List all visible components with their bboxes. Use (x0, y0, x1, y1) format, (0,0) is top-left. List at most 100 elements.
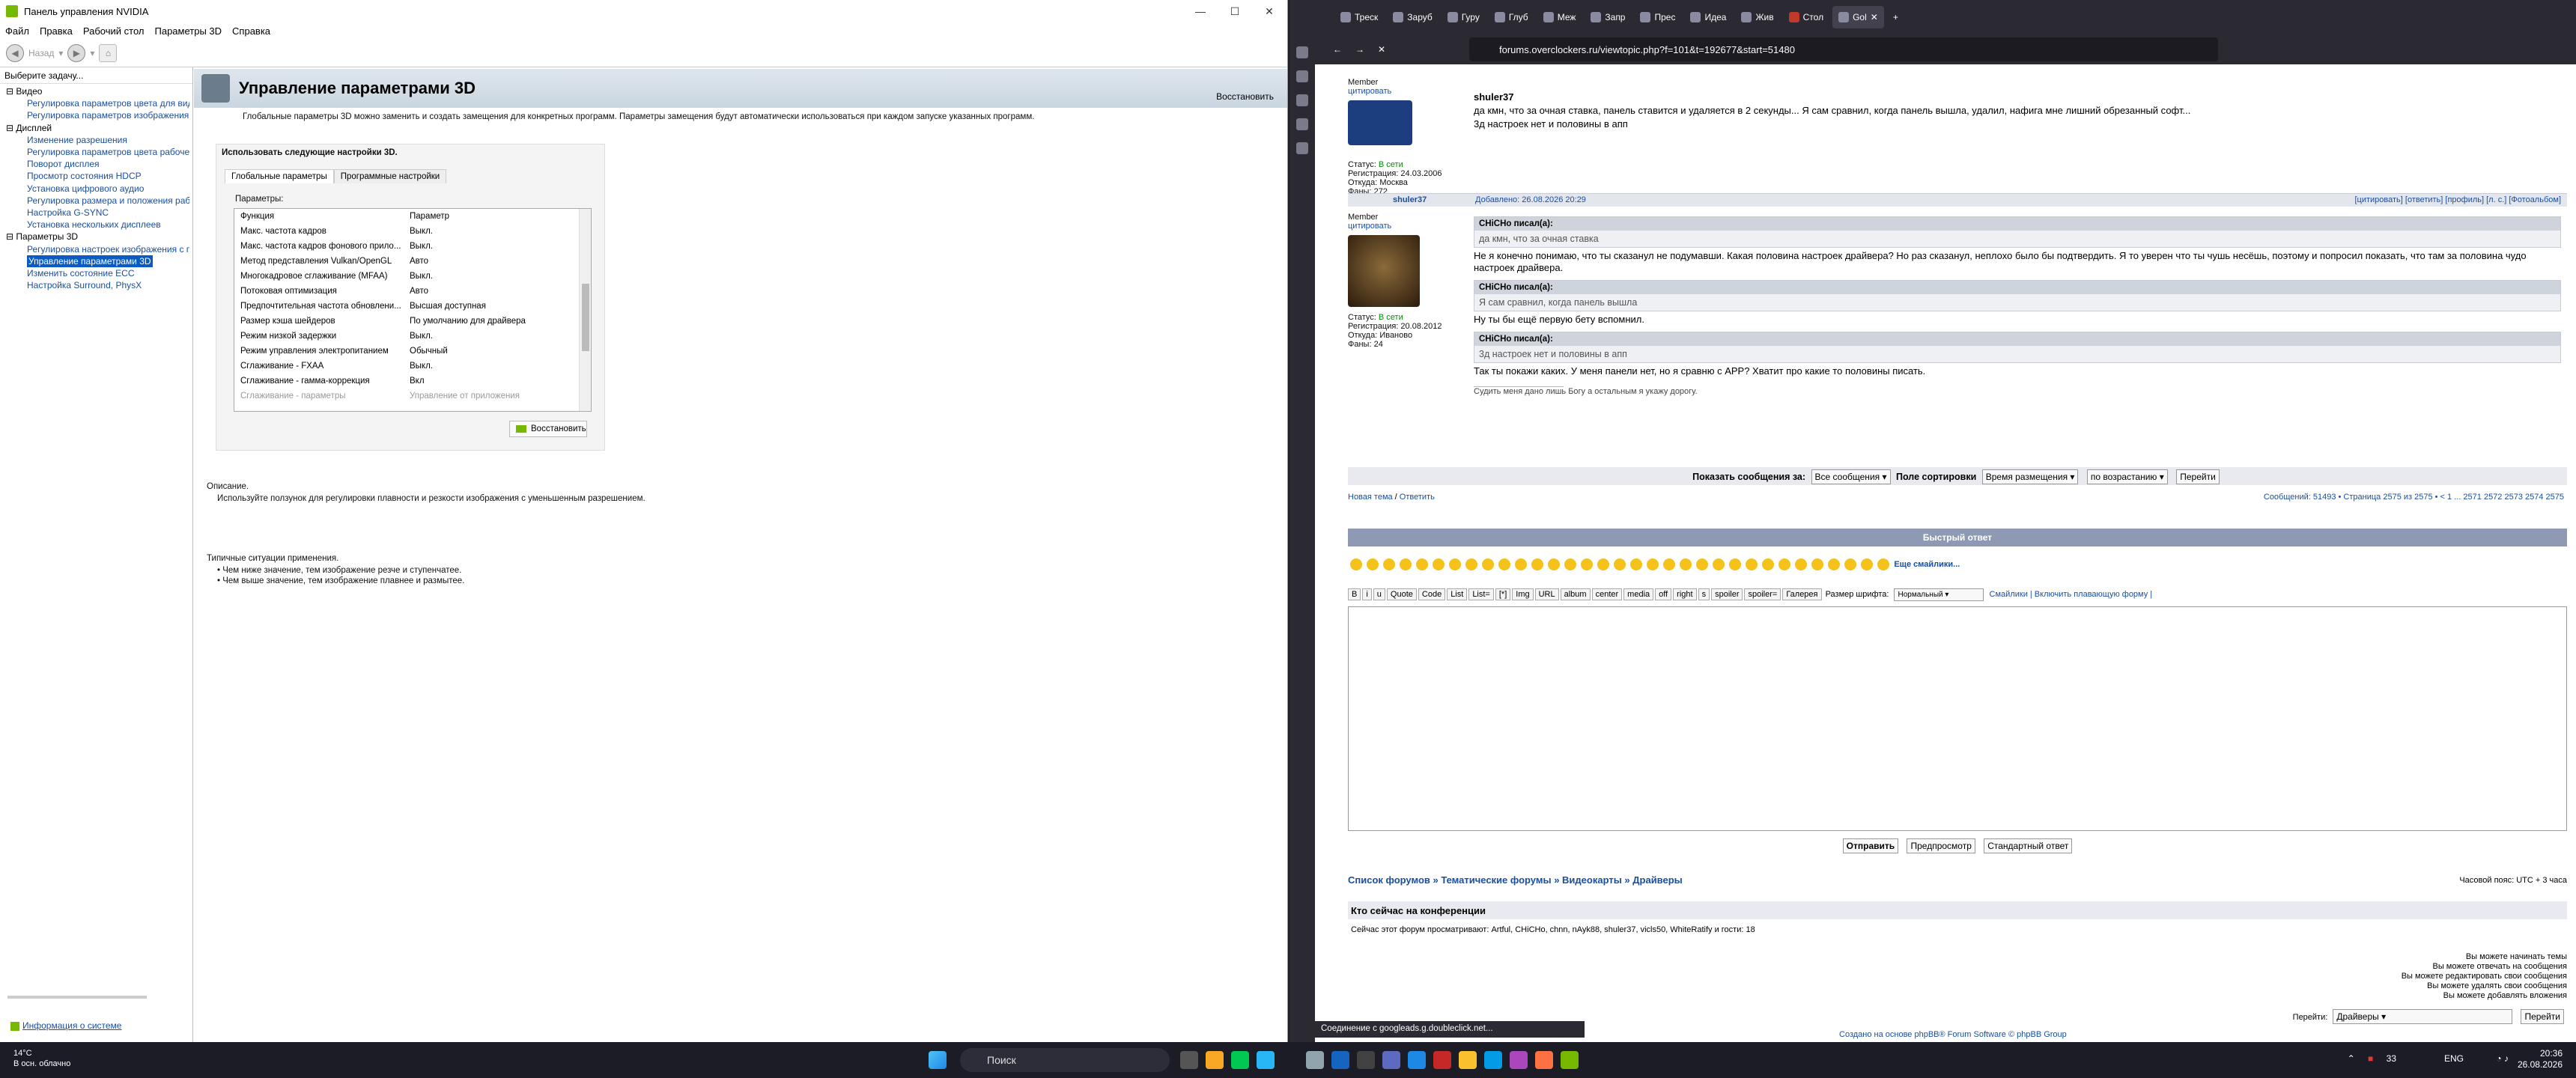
tree-item[interactable]: Настройка Surround, PhysX (3, 279, 189, 291)
url-button[interactable]: URL (1534, 588, 1559, 600)
smiley-icon[interactable] (1877, 558, 1889, 570)
filter-go-button[interactable]: Перейти (2176, 469, 2220, 484)
smiley-icon[interactable] (1828, 558, 1840, 570)
post-actions[interactable]: [цитировать] [ответить] [профиль] [л. с.… (2355, 195, 2562, 204)
tree-item-selected[interactable]: Управление параметрами 3D (3, 255, 189, 268)
reply-link[interactable]: Ответить (1400, 493, 1435, 502)
album-button[interactable]: album (1560, 588, 1591, 600)
quote-button[interactable]: Quote (1386, 588, 1417, 600)
browser-tab[interactable]: Глуб (1489, 6, 1534, 28)
weather-widget[interactable]: 14°C В осн. облачно (13, 1048, 70, 1069)
quote-link[interactable]: цитировать (1348, 87, 1391, 97)
font-size-select[interactable]: Нормальный ▾ (1894, 588, 1984, 601)
system-info-link[interactable]: Информация о системе (10, 1020, 121, 1031)
settings-list[interactable]: Функция Параметр Макс. частота кадров Вык… (234, 208, 592, 412)
period-select[interactable]: Все сообщения ▾ (1811, 469, 1891, 484)
app-icon[interactable] (1357, 1051, 1375, 1069)
browser-tab[interactable]: Жив (1735, 6, 1779, 28)
menu-3d[interactable]: Параметры 3D (150, 25, 228, 37)
new-topic-link[interactable]: Новая тема (1348, 493, 1393, 502)
list-item[interactable]: Режим низкой задержки Выкл. (234, 329, 591, 344)
restore-button[interactable]: Восстановить (509, 421, 587, 437)
smiley-icon[interactable] (1630, 558, 1642, 570)
smiley-icon[interactable] (1778, 558, 1790, 570)
smiley-icon[interactable] (1844, 558, 1856, 570)
smiley-icon[interactable] (1680, 558, 1692, 570)
tree-category-display[interactable]: ⊟ Дисплей (3, 122, 189, 134)
browser-tab[interactable]: Запр (1585, 6, 1631, 28)
breadcrumb[interactable]: Список форумов » Тематические форумы » В… (1348, 874, 2567, 889)
tree-item[interactable]: Просмотр состояния HDCP (3, 170, 189, 182)
smiley-icon[interactable] (1416, 558, 1428, 570)
smiley-icon[interactable] (1581, 558, 1593, 570)
smiley-icon[interactable] (1465, 558, 1477, 570)
bold-button[interactable]: B (1348, 588, 1361, 600)
tree-item[interactable]: Изменение разрешения (3, 134, 189, 146)
menu-edit[interactable]: Правка (34, 25, 78, 37)
url-bar[interactable]: forums.overclockers.ru/viewtopic.php?f=1… (1469, 37, 2218, 61)
list-item[interactable]: Метод представления Vulkan/OpenGL Авто (234, 254, 591, 269)
outlook-icon[interactable] (1331, 1051, 1349, 1069)
media-button[interactable]: media (1623, 588, 1654, 600)
smiley-icon[interactable] (1433, 558, 1445, 570)
minimize-icon[interactable]: — (1183, 0, 1218, 22)
tree-item[interactable]: Поворот дисплея (3, 158, 189, 170)
language-indicator[interactable]: ENG (2444, 1053, 2464, 1064)
more-smiles-link[interactable]: Еще смайлики... (1894, 560, 1960, 569)
tree-item[interactable]: Установка цифрового аудио (3, 183, 189, 195)
send-button[interactable]: Отправить (1842, 838, 1899, 853)
smiley-icon[interactable] (1449, 558, 1461, 570)
app-icon[interactable] (1433, 1051, 1451, 1069)
app-icon[interactable] (1257, 1051, 1275, 1069)
browser-tab-active[interactable]: Gol ✕ (1832, 6, 1884, 28)
tray-app-icon[interactable]: ■ (2368, 1053, 2373, 1064)
smiley-icon[interactable] (1746, 558, 1758, 570)
off-button[interactable]: off (1655, 588, 1672, 600)
app-icon[interactable] (1408, 1051, 1426, 1069)
post-author[interactable]: shuler37 (1474, 91, 1513, 103)
underline-button[interactable]: u (1373, 588, 1385, 600)
task-view-icon[interactable] (1180, 1051, 1198, 1069)
app-icon[interactable] (1231, 1051, 1249, 1069)
browser-tab[interactable]: Прес (1634, 6, 1681, 28)
tree-item[interactable]: Изменить состояние ECC (3, 267, 189, 279)
smiley-icon[interactable] (1647, 558, 1659, 570)
smiley-icon[interactable] (1696, 558, 1708, 570)
smiley-icon[interactable] (1762, 558, 1774, 570)
explorer-icon[interactable] (1459, 1051, 1477, 1069)
sidebar-icon[interactable] (1296, 142, 1308, 154)
list-item[interactable]: Сглаживание - FXAA Выкл. (234, 359, 591, 374)
smiley-icon[interactable] (1663, 558, 1675, 570)
quote-link[interactable]: цитировать (1348, 222, 1391, 231)
spoiler-button[interactable]: spoiler (1711, 588, 1743, 600)
app-icon[interactable] (1382, 1051, 1400, 1069)
browser-tab[interactable]: Меж (1537, 6, 1582, 28)
tray-icons[interactable]: ⌃ ■ 33 (2348, 1053, 2396, 1064)
firefox-icon[interactable] (1535, 1051, 1553, 1069)
smiley-icon[interactable] (1597, 558, 1609, 570)
list-item[interactable]: Предпочтительная частота обновлени... Выс… (234, 299, 591, 314)
sort-select[interactable]: Время размещения ▾ (1981, 469, 2079, 484)
smiley-icon[interactable] (1531, 558, 1543, 570)
list-button[interactable]: List (1447, 588, 1468, 600)
browser-tab[interactable]: Идеа (1684, 6, 1732, 28)
close-icon[interactable]: ✕ (1252, 0, 1287, 22)
back-icon[interactable]: ◀ (6, 43, 24, 62)
app-icon[interactable] (1306, 1051, 1324, 1069)
forward-dropdown-icon[interactable]: ▾ (90, 48, 94, 58)
smiley-icon[interactable] (1729, 558, 1741, 570)
code-button[interactable]: Code (1418, 588, 1446, 600)
smiley-icon[interactable] (1400, 558, 1412, 570)
app-icon[interactable] (1510, 1051, 1528, 1069)
sidebar-icon[interactable] (1296, 70, 1308, 82)
new-tab-icon[interactable]: + (1887, 6, 1917, 28)
tree-category-video[interactable]: ⊟ Видео (3, 85, 189, 97)
smiley-icon[interactable] (1548, 558, 1560, 570)
smiley-icon[interactable] (1383, 558, 1395, 570)
menu-file[interactable]: Файл (0, 25, 34, 37)
back-dropdown-icon[interactable]: ▾ (58, 48, 63, 58)
spoiler-eq-button[interactable]: spoiler= (1744, 588, 1781, 600)
chevron-up-icon[interactable]: ⌃ (2348, 1053, 2355, 1064)
tab-global[interactable]: Глобальные параметры (225, 169, 334, 183)
tab-close-icon[interactable]: ✕ (1871, 12, 1878, 22)
